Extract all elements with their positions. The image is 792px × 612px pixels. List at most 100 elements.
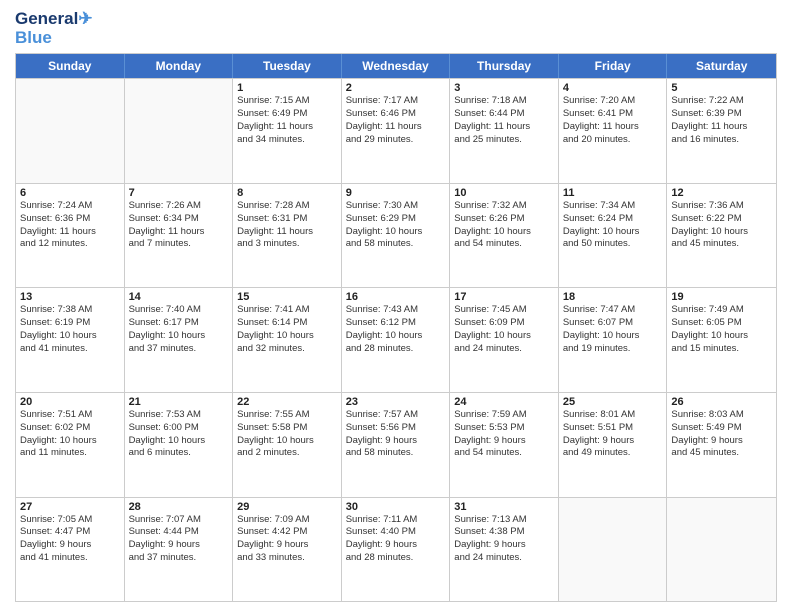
cell-line: Sunset: 5:49 PM — [671, 422, 772, 435]
calendar-header-cell: Thursday — [450, 54, 559, 78]
day-number: 16 — [346, 291, 446, 303]
cell-line: Daylight: 10 hours — [671, 226, 772, 239]
day-number: 15 — [237, 291, 337, 303]
cell-line: Sunset: 6:46 PM — [346, 108, 446, 121]
calendar-cell: 4Sunrise: 7:20 AMSunset: 6:41 PMDaylight… — [559, 79, 668, 183]
cell-line: Sunset: 6:12 PM — [346, 317, 446, 330]
cell-line: Sunset: 5:53 PM — [454, 422, 554, 435]
cell-line: Daylight: 10 hours — [454, 330, 554, 343]
cell-line: Sunset: 6:14 PM — [237, 317, 337, 330]
cell-line: Daylight: 10 hours — [671, 330, 772, 343]
calendar-cell: 20Sunrise: 7:51 AMSunset: 6:02 PMDayligh… — [16, 393, 125, 497]
calendar-cell: 21Sunrise: 7:53 AMSunset: 6:00 PMDayligh… — [125, 393, 234, 497]
calendar-week: 27Sunrise: 7:05 AMSunset: 4:47 PMDayligh… — [16, 497, 776, 602]
calendar-cell: 7Sunrise: 7:26 AMSunset: 6:34 PMDaylight… — [125, 184, 234, 288]
calendar-cell — [125, 79, 234, 183]
day-number: 24 — [454, 396, 554, 408]
cell-line: and 37 minutes. — [129, 552, 229, 565]
cell-line: Daylight: 11 hours — [671, 121, 772, 134]
cell-line: Daylight: 9 hours — [20, 539, 120, 552]
cell-line: and 28 minutes. — [346, 552, 446, 565]
cell-line: Sunset: 6:31 PM — [237, 213, 337, 226]
day-number: 14 — [129, 291, 229, 303]
cell-line: Sunrise: 7:40 AM — [129, 304, 229, 317]
page: General✈ Blue SundayMondayTuesdayWednesd… — [0, 0, 792, 612]
cell-line: and 19 minutes. — [563, 343, 663, 356]
cell-line: and 2 minutes. — [237, 447, 337, 460]
cell-line: Daylight: 9 hours — [346, 435, 446, 448]
cell-line: Sunrise: 7:41 AM — [237, 304, 337, 317]
calendar-cell: 22Sunrise: 7:55 AMSunset: 5:58 PMDayligh… — [233, 393, 342, 497]
calendar-cell: 9Sunrise: 7:30 AMSunset: 6:29 PMDaylight… — [342, 184, 451, 288]
cell-line: and 24 minutes. — [454, 343, 554, 356]
cell-line: Daylight: 11 hours — [237, 121, 337, 134]
cell-line: Sunrise: 7:17 AM — [346, 95, 446, 108]
calendar-cell: 16Sunrise: 7:43 AMSunset: 6:12 PMDayligh… — [342, 288, 451, 392]
calendar-cell: 10Sunrise: 7:32 AMSunset: 6:26 PMDayligh… — [450, 184, 559, 288]
cell-line: Sunset: 4:40 PM — [346, 526, 446, 539]
cell-line: Sunset: 6:22 PM — [671, 213, 772, 226]
day-number: 5 — [671, 82, 772, 94]
cell-line: Sunset: 6:09 PM — [454, 317, 554, 330]
calendar-cell: 29Sunrise: 7:09 AMSunset: 4:42 PMDayligh… — [233, 498, 342, 602]
cell-line: and 45 minutes. — [671, 238, 772, 251]
cell-line: and 16 minutes. — [671, 134, 772, 147]
day-number: 27 — [20, 501, 120, 513]
cell-line: and 11 minutes. — [20, 447, 120, 460]
calendar-cell: 2Sunrise: 7:17 AMSunset: 6:46 PMDaylight… — [342, 79, 451, 183]
cell-line: and 28 minutes. — [346, 343, 446, 356]
day-number: 2 — [346, 82, 446, 94]
header: General✈ Blue — [15, 10, 777, 47]
cell-line: Daylight: 10 hours — [346, 330, 446, 343]
day-number: 18 — [563, 291, 663, 303]
cell-line: and 58 minutes. — [346, 238, 446, 251]
cell-line: Daylight: 11 hours — [129, 226, 229, 239]
cell-line: Daylight: 10 hours — [129, 435, 229, 448]
calendar-body: 1Sunrise: 7:15 AMSunset: 6:49 PMDaylight… — [16, 78, 776, 601]
cell-line: Daylight: 9 hours — [563, 435, 663, 448]
cell-line: Sunset: 6:34 PM — [129, 213, 229, 226]
calendar-cell: 25Sunrise: 8:01 AMSunset: 5:51 PMDayligh… — [559, 393, 668, 497]
cell-line: Sunset: 6:29 PM — [346, 213, 446, 226]
calendar-cell: 23Sunrise: 7:57 AMSunset: 5:56 PMDayligh… — [342, 393, 451, 497]
cell-line: and 54 minutes. — [454, 447, 554, 460]
cell-line: and 50 minutes. — [563, 238, 663, 251]
cell-line: and 49 minutes. — [563, 447, 663, 460]
calendar-cell: 24Sunrise: 7:59 AMSunset: 5:53 PMDayligh… — [450, 393, 559, 497]
cell-line: Sunrise: 7:38 AM — [20, 304, 120, 317]
calendar-cell: 8Sunrise: 7:28 AMSunset: 6:31 PMDaylight… — [233, 184, 342, 288]
cell-line: Sunset: 6:02 PM — [20, 422, 120, 435]
cell-line: Sunrise: 7:32 AM — [454, 200, 554, 213]
calendar-cell: 1Sunrise: 7:15 AMSunset: 6:49 PMDaylight… — [233, 79, 342, 183]
day-number: 30 — [346, 501, 446, 513]
calendar-cell: 12Sunrise: 7:36 AMSunset: 6:22 PMDayligh… — [667, 184, 776, 288]
calendar-header: SundayMondayTuesdayWednesdayThursdayFrid… — [16, 54, 776, 78]
cell-line: Daylight: 10 hours — [346, 226, 446, 239]
cell-line: Sunrise: 7:30 AM — [346, 200, 446, 213]
cell-line: Sunset: 6:24 PM — [563, 213, 663, 226]
day-number: 23 — [346, 396, 446, 408]
cell-line: Sunset: 5:58 PM — [237, 422, 337, 435]
cell-line: Sunrise: 7:45 AM — [454, 304, 554, 317]
cell-line: Daylight: 10 hours — [237, 330, 337, 343]
cell-line: and 12 minutes. — [20, 238, 120, 251]
cell-line: Daylight: 9 hours — [671, 435, 772, 448]
cell-line: and 54 minutes. — [454, 238, 554, 251]
cell-line: Sunrise: 7:15 AM — [237, 95, 337, 108]
cell-line: Sunrise: 7:59 AM — [454, 409, 554, 422]
cell-line: Sunset: 6:49 PM — [237, 108, 337, 121]
cell-line: and 41 minutes. — [20, 552, 120, 565]
calendar-header-cell: Saturday — [667, 54, 776, 78]
cell-line: Sunrise: 8:03 AM — [671, 409, 772, 422]
day-number: 1 — [237, 82, 337, 94]
cell-line: and 41 minutes. — [20, 343, 120, 356]
calendar-cell: 6Sunrise: 7:24 AMSunset: 6:36 PMDaylight… — [16, 184, 125, 288]
cell-line: Daylight: 10 hours — [129, 330, 229, 343]
day-number: 11 — [563, 187, 663, 199]
day-number: 26 — [671, 396, 772, 408]
cell-line: Daylight: 9 hours — [129, 539, 229, 552]
cell-line: Daylight: 9 hours — [237, 539, 337, 552]
day-number: 28 — [129, 501, 229, 513]
cell-line: Daylight: 10 hours — [20, 435, 120, 448]
cell-line: Sunrise: 7:22 AM — [671, 95, 772, 108]
